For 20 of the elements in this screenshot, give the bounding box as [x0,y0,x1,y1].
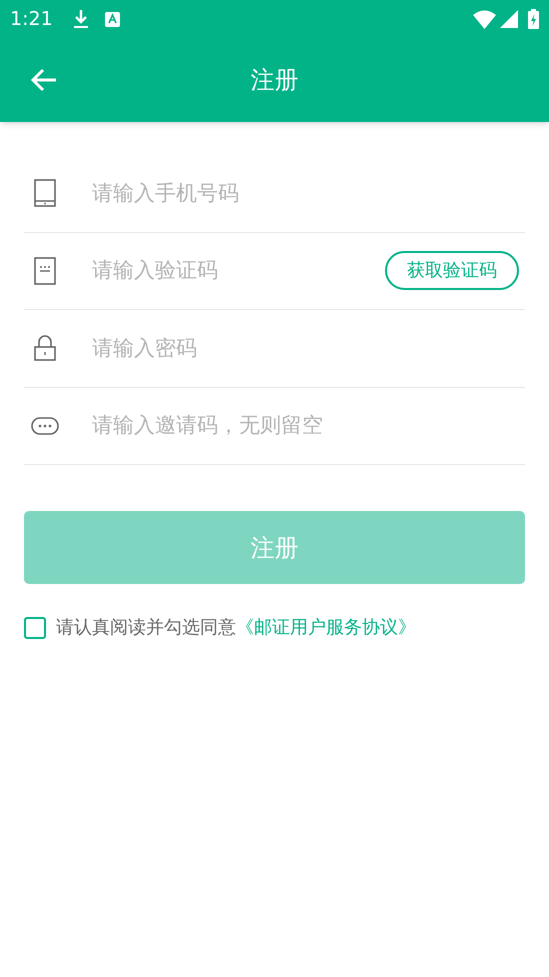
agreement-checkbox[interactable] [24,616,46,638]
signal-icon [500,10,518,28]
chat-bubble-icon [31,416,59,435]
status-time: 1:21 [10,6,53,32]
keypad-icon [34,256,56,285]
battery-charging-icon [528,9,539,29]
phone-icon [34,179,56,208]
lock-icon [34,335,56,362]
keyboard-app-icon [104,12,120,26]
text-field[interactable]: 请输入验证码 [92,255,385,286]
download-icon [72,9,89,29]
text-field[interactable]: 请输入密码 [92,332,525,364]
page-title: 注册 [250,65,298,96]
back-arrow-icon [30,68,58,92]
text-field[interactable]: 请输入邀请码，无则留空 [92,410,525,442]
get-code-button[interactable]: 获取验证码 [385,251,519,290]
agreement-text: 请认真阅读并勾选同意 [56,616,236,640]
agreement-link[interactable]: 《邮证用户服务协议》 [236,614,416,641]
wifi-icon [473,10,496,28]
text-field[interactable]: 请输入手机号码 [92,178,525,209]
